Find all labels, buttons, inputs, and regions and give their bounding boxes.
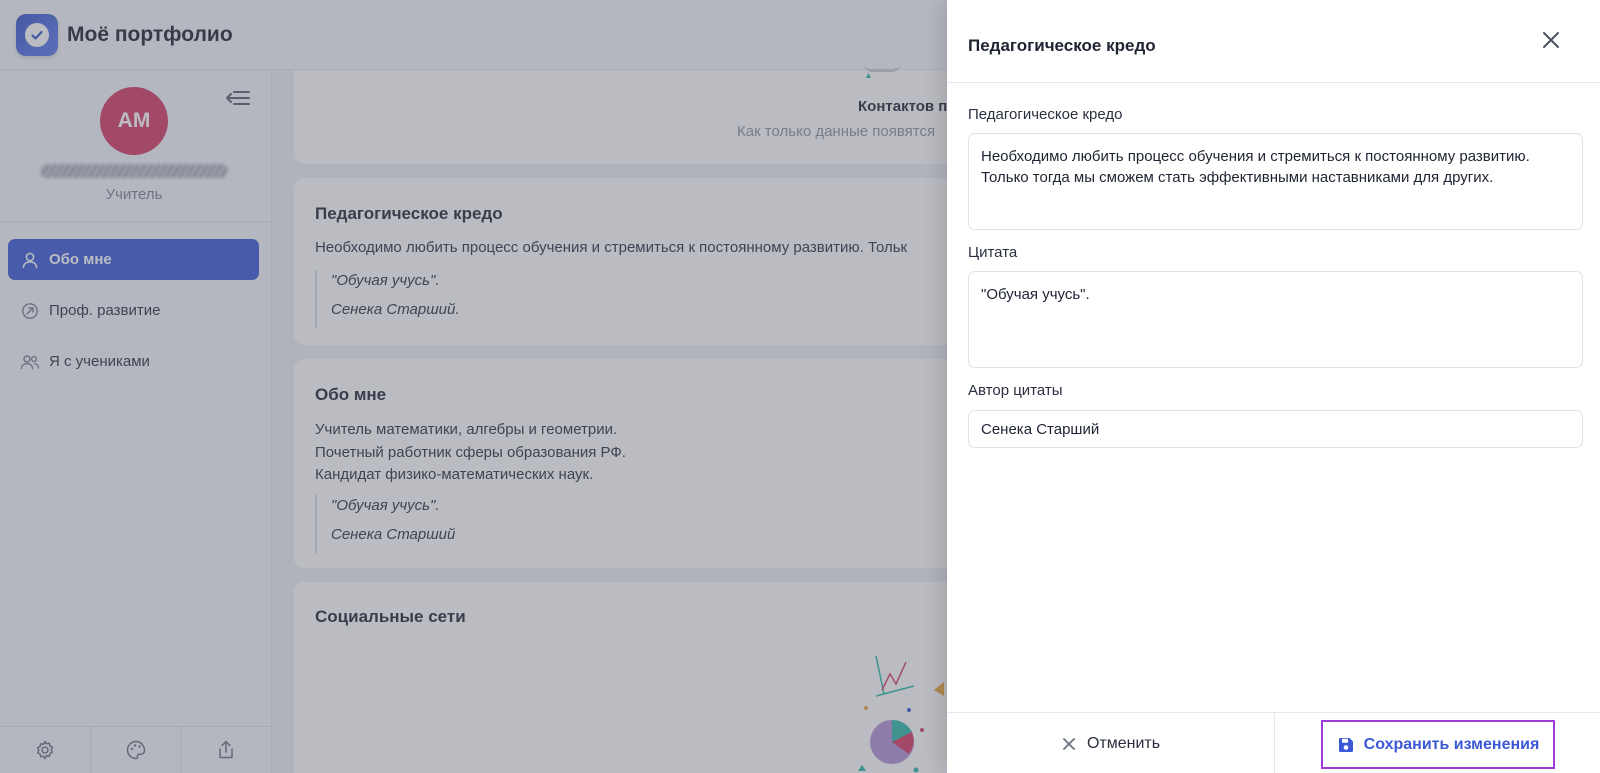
credo-field-label: Педагогическое кредо [968, 106, 1123, 123]
close-icon [1061, 736, 1077, 752]
credo-textarea[interactable]: Необходимо любить процесс обучения и стр… [968, 133, 1583, 230]
drawer-divider [947, 82, 1600, 83]
drawer-footer: Отменить Сохранить изменения [947, 712, 1600, 773]
close-icon [1543, 32, 1559, 48]
drawer-title: Педагогическое кредо [968, 36, 1156, 55]
cancel-button[interactable]: Отменить [947, 713, 1274, 773]
quote-textarea[interactable]: "Обучая учусь". [968, 271, 1583, 368]
close-button[interactable] [1538, 27, 1564, 53]
save-button-label: Сохранить изменения [1363, 735, 1540, 753]
author-field-label: Автор цитаты [968, 382, 1063, 399]
cancel-button-label: Отменить [1086, 734, 1161, 752]
save-disk-icon [1337, 736, 1355, 754]
footer-divider [1274, 713, 1275, 773]
edit-drawer: Педагогическое кредо Педагогическое кред… [947, 0, 1600, 773]
save-changes-button[interactable]: Сохранить изменения [1321, 720, 1555, 769]
author-input[interactable] [968, 410, 1583, 448]
quote-field-label: Цитата [968, 244, 1018, 261]
modal-backdrop[interactable] [0, 0, 947, 773]
